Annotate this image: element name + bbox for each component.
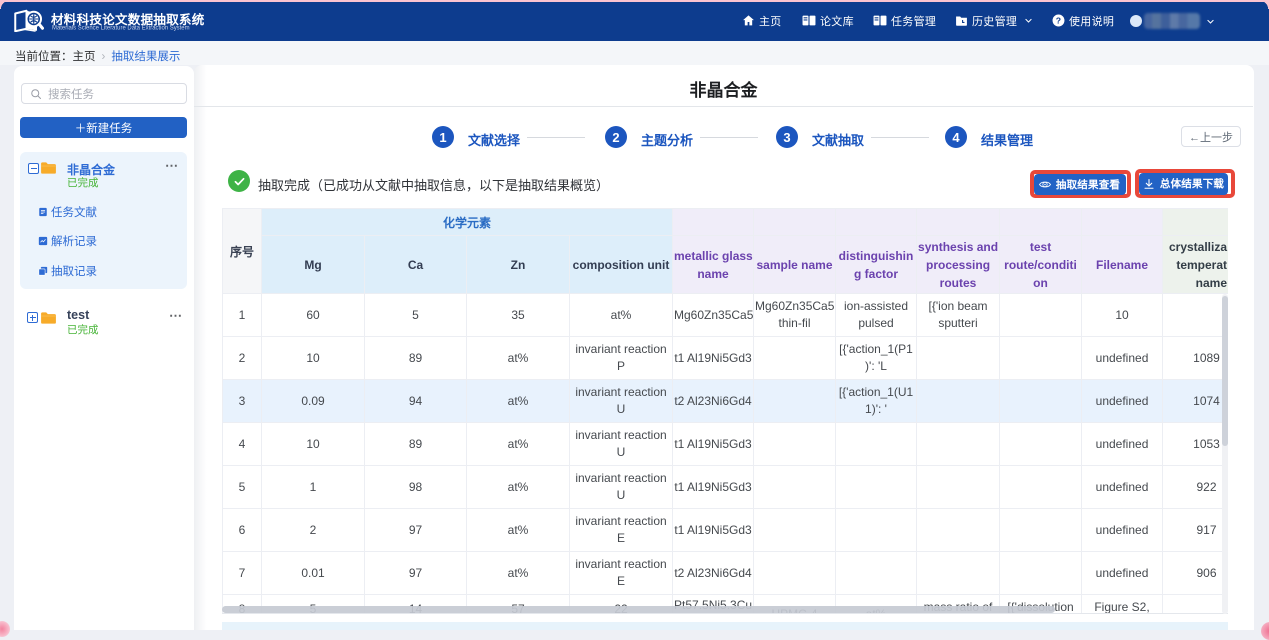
svg-text:?: ? <box>1056 15 1061 25</box>
